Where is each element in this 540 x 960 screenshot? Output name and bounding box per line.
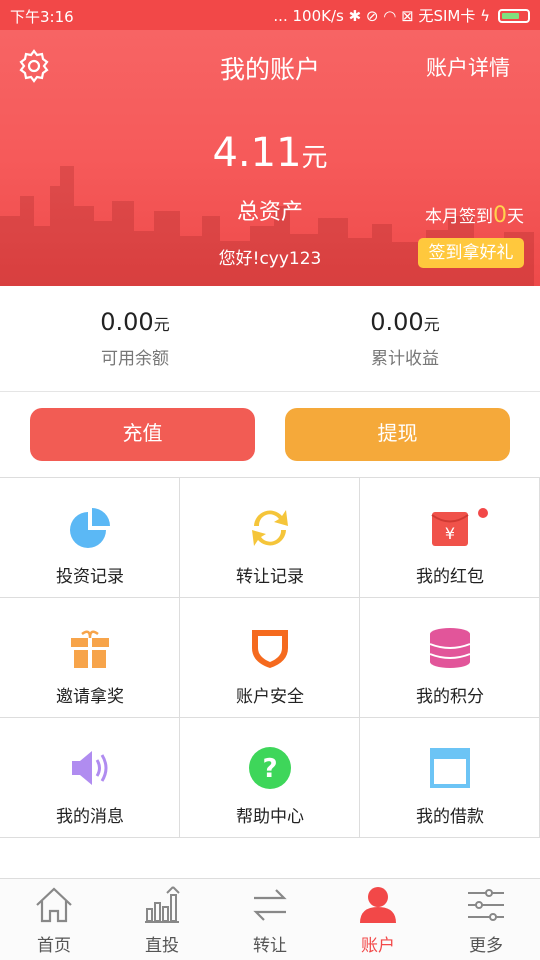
- total-assets-amount: 4.11元: [0, 130, 540, 176]
- question-icon: ?: [249, 747, 291, 789]
- signin-suffix: 天: [507, 207, 524, 227]
- grid-item-label: 邀请拿奖: [56, 687, 124, 707]
- signin-days: 0: [493, 203, 507, 228]
- tab-label: 转让: [253, 936, 287, 956]
- recharge-button[interactable]: 充值: [30, 408, 255, 461]
- status-right-text: ... 100K/s ✱ ⊘ ◠ ⊠ 无SIM卡 ϟ: [273, 7, 490, 25]
- feature-grid: 投资记录 转让记录 ¥ 我的红包 邀请拿奖 账户安全 我的积分 我的消息 ? 帮…: [0, 477, 540, 839]
- my-loans-item[interactable]: 我的借款: [360, 718, 540, 838]
- help-center-item[interactable]: ? 帮助中心: [180, 718, 360, 838]
- shield-icon: [252, 630, 288, 668]
- card-icon: [430, 748, 470, 788]
- cumulative-earnings-label: 累计收益: [371, 349, 439, 369]
- grid-item-label: 我的红包: [416, 567, 484, 587]
- pie-chart-icon: [70, 508, 110, 548]
- red-envelope-icon: ¥: [431, 512, 469, 546]
- available-balance-value: 0.00元: [100, 308, 170, 336]
- cumulative-earnings: 0.00元 累计收益: [270, 308, 540, 369]
- grid-item-label: 账户安全: [236, 687, 304, 707]
- account-security-item[interactable]: 账户安全: [180, 598, 360, 718]
- cumulative-earnings-value: 0.00元: [370, 308, 440, 336]
- transfer-records-item[interactable]: 转让记录: [180, 478, 360, 598]
- my-points-item[interactable]: 我的积分: [360, 598, 540, 718]
- tab-transfer[interactable]: 转让: [216, 879, 324, 960]
- available-balance-label: 可用余额: [101, 349, 169, 369]
- investment-records-item[interactable]: 投资记录: [0, 478, 180, 598]
- status-indicators: ... 100K/s ✱ ⊘ ◠ ⊠ 无SIM卡 ϟ: [273, 5, 530, 26]
- grid-item-label: 我的积分: [416, 687, 484, 707]
- grid-item-label: 帮助中心: [236, 807, 304, 827]
- user-icon: [360, 887, 396, 923]
- balance-stats: 0.00元 可用余额 0.00元 累计收益: [0, 286, 540, 392]
- bottom-navigation: 首页 直投 转让 账户 更多: [0, 878, 540, 960]
- status-bar: 下午3:16 ... 100K/s ✱ ⊘ ◠ ⊠ 无SIM卡 ϟ: [0, 0, 540, 30]
- grid-item-label: 我的消息: [56, 807, 124, 827]
- total-assets-value: 4.11: [212, 130, 302, 176]
- account-detail-link[interactable]: 账户详情: [426, 52, 510, 82]
- grid-item-label: 投资记录: [56, 567, 124, 587]
- speaker-icon: [72, 751, 108, 785]
- tab-home[interactable]: 首页: [0, 879, 108, 960]
- grid-item-label: 转让记录: [236, 567, 304, 587]
- status-time: 下午3:16: [10, 8, 74, 26]
- tab-label: 首页: [37, 936, 71, 956]
- grid-item-label: 我的借款: [416, 807, 484, 827]
- withdraw-button[interactable]: 提现: [285, 408, 510, 461]
- tab-direct-invest[interactable]: 直投: [108, 879, 216, 960]
- my-messages-item[interactable]: 我的消息: [0, 718, 180, 838]
- red-envelope-item[interactable]: ¥ 我的红包: [360, 478, 540, 598]
- exchange-icon: [253, 889, 287, 921]
- monthly-signin-count: 本月签到0天: [425, 202, 524, 228]
- available-balance: 0.00元 可用余额: [0, 308, 270, 369]
- account-header: 我的账户 账户详情 4.11元 总资产 您好!cyy123 本月签到0天 签到拿…: [0, 30, 540, 286]
- database-icon: [429, 628, 471, 668]
- svg-text:?: ?: [262, 754, 277, 784]
- transfer-arrows-icon: [252, 510, 288, 546]
- svg-text:¥: ¥: [445, 524, 455, 543]
- gift-icon: [71, 630, 109, 668]
- new-badge-dot: [478, 508, 488, 518]
- total-assets-unit: 元: [301, 143, 328, 173]
- invite-reward-item[interactable]: 邀请拿奖: [0, 598, 180, 718]
- tab-account[interactable]: 账户: [324, 879, 432, 960]
- bar-chart-icon: [145, 886, 180, 923]
- tab-label: 更多: [469, 936, 503, 956]
- sliders-icon: [468, 889, 504, 921]
- tab-more[interactable]: 更多: [432, 879, 540, 960]
- battery-icon: [498, 8, 530, 23]
- tab-label: 直投: [145, 936, 179, 956]
- signin-reward-button[interactable]: 签到拿好礼: [418, 238, 524, 268]
- tab-label: 账户: [361, 936, 395, 956]
- home-icon: [36, 887, 72, 923]
- signin-prefix: 本月签到: [425, 207, 493, 227]
